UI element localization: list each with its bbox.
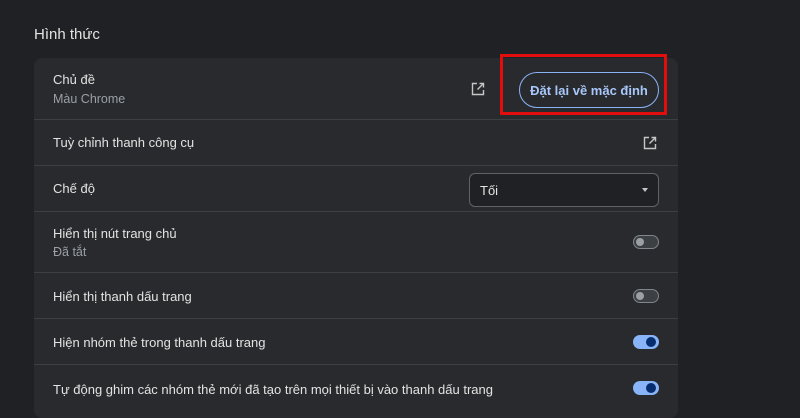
auto-pin-label: Tự động ghim các nhóm thẻ mới đã tạo trê…: [53, 382, 493, 397]
theme-row: Chủ đề Màu Chrome Đặt lại về mặc định: [34, 58, 678, 120]
bookmarks-bar-toggle[interactable]: [633, 289, 659, 303]
toggle-knob: [636, 238, 644, 246]
auto-pin-toggle[interactable]: [633, 381, 659, 395]
home-button-row[interactable]: Hiển thị nút trang chủ Đã tắt: [34, 212, 678, 273]
tab-groups-row[interactable]: Hiện nhóm thẻ trong thanh dấu trang: [34, 319, 678, 365]
customize-toolbar-label: Tuỳ chỉnh thanh công cụ: [53, 135, 195, 150]
toggle-knob: [646, 337, 656, 347]
home-button-label: Hiển thị nút trang chủ: [53, 226, 177, 241]
section-title: Hình thức: [34, 26, 100, 43]
reset-to-default-button[interactable]: Đặt lại về mặc định: [519, 72, 659, 108]
bookmarks-bar-label: Hiển thị thanh dấu trang: [53, 289, 192, 304]
appearance-card: Chủ đề Màu Chrome Đặt lại về mặc định Tu…: [34, 58, 678, 418]
mode-label: Chế độ: [53, 181, 95, 196]
toggle-knob: [646, 383, 656, 393]
customize-toolbar-row[interactable]: Tuỳ chỉnh thanh công cụ: [34, 120, 678, 166]
open-in-new-icon[interactable]: [470, 81, 486, 97]
theme-label: Chủ đề: [53, 72, 95, 87]
theme-value: Màu Chrome: [53, 92, 126, 106]
mode-select[interactable]: Tối: [469, 173, 659, 207]
toggle-knob: [636, 292, 644, 300]
bookmarks-bar-row[interactable]: Hiển thị thanh dấu trang: [34, 273, 678, 319]
home-button-status: Đã tắt: [53, 245, 87, 259]
tab-groups-label: Hiện nhóm thẻ trong thanh dấu trang: [53, 335, 266, 350]
home-button-toggle[interactable]: [633, 235, 659, 249]
tab-groups-toggle[interactable]: [633, 335, 659, 349]
mode-select-value: Tối: [480, 183, 499, 198]
chevron-down-icon: [642, 188, 648, 192]
auto-pin-row[interactable]: Tự động ghim các nhóm thẻ mới đã tạo trê…: [34, 365, 678, 418]
open-in-new-icon[interactable]: [642, 135, 658, 151]
mode-row: Chế độ Tối: [34, 166, 678, 212]
